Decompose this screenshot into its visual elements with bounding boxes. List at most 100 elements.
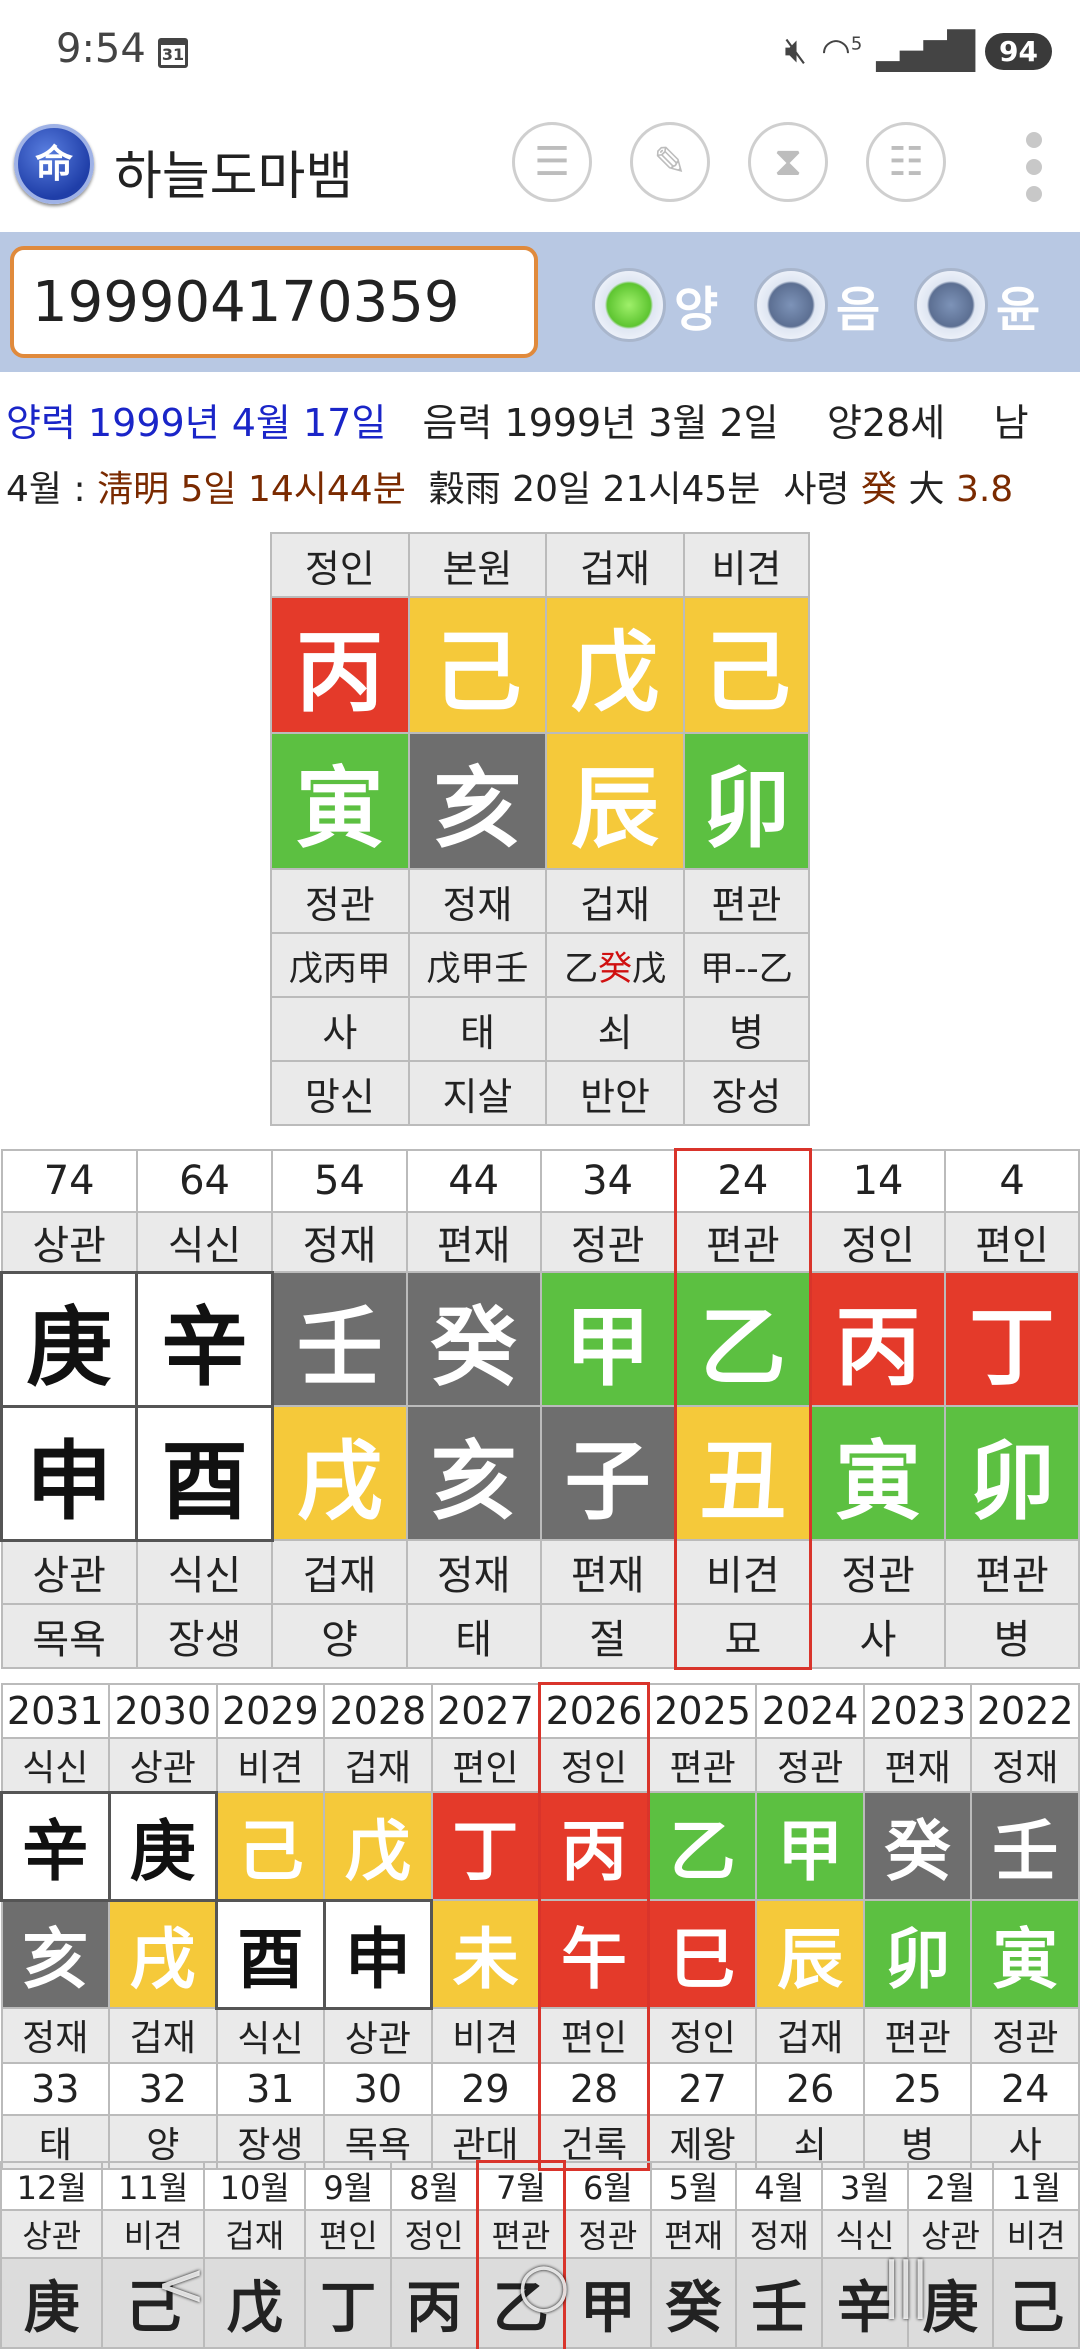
year-label: 2023 bbox=[862, 1682, 973, 1739]
month-label: 7월 bbox=[475, 2160, 566, 2211]
app-bar: 命 하늘도마뱀 ☰ ✎ ⧗ ☷ bbox=[0, 110, 1080, 230]
year-age: 28 bbox=[538, 2061, 650, 2116]
year-stem[interactable]: 丁 bbox=[430, 1791, 541, 1901]
year-stem[interactable]: 戊 bbox=[323, 1791, 433, 1901]
daeun-stem[interactable]: 辛 bbox=[135, 1270, 274, 1408]
daeun-branch[interactable]: 卯 bbox=[944, 1405, 1080, 1541]
pillar-stem[interactable]: 戊 bbox=[545, 596, 685, 734]
app-logo[interactable]: 命 bbox=[14, 124, 94, 204]
daeun-stem[interactable]: 甲 bbox=[539, 1271, 677, 1407]
daeun-stage: 병 bbox=[944, 1603, 1080, 1669]
year-stem[interactable]: 壬 bbox=[970, 1791, 1080, 1901]
year-age: 31 bbox=[215, 2061, 326, 2116]
daeun-branch[interactable]: 申 bbox=[0, 1404, 139, 1542]
daeun-branch-god: 비견 bbox=[673, 1539, 813, 1605]
hidden-stem: 戊甲壬 bbox=[426, 948, 529, 989]
radio-solar[interactable]: 양 bbox=[592, 268, 718, 342]
year-branch[interactable]: 戌 bbox=[108, 1899, 218, 2009]
battery-indicator: 94 bbox=[985, 32, 1052, 70]
month-label: 12월 bbox=[0, 2160, 104, 2211]
pillar-spirit: 장성 bbox=[682, 1060, 811, 1126]
pillar-branch[interactable]: 辰 bbox=[545, 732, 685, 870]
daeun-branch[interactable]: 寅 bbox=[809, 1405, 947, 1541]
year-branch[interactable]: 未 bbox=[430, 1899, 541, 2009]
year-stem[interactable]: 乙 bbox=[647, 1791, 758, 1901]
yearly-fortune-table: 2031 2030 2029 2028 2027 2026 2025 2024 2023 2022… bbox=[0, 1682, 1080, 2171]
daeun-branch[interactable]: 亥 bbox=[405, 1405, 542, 1541]
daeun-branch[interactable]: 丑 bbox=[673, 1405, 813, 1541]
database-button[interactable]: ☷ bbox=[866, 122, 946, 202]
calendar-icon: 31 bbox=[158, 38, 188, 68]
year-age: 25 bbox=[862, 2061, 973, 2116]
year-branch[interactable]: 卯 bbox=[862, 1899, 973, 2009]
year-branch[interactable]: 酉 bbox=[215, 1898, 326, 2010]
pillar-stem[interactable]: 己 bbox=[682, 596, 811, 734]
status-icons: 🔇︎ ◠5 ▂▄▆█ 94 bbox=[784, 30, 1052, 72]
month-label: 10월 bbox=[202, 2160, 307, 2211]
birth-info: 양력 1999년 4월 17일 음력 1999년 3월 2일 양28세 남 bbox=[6, 392, 1029, 447]
solar-term-info: 4월 : 淸明 5일 14시44분 穀雨 20일 21시45분 사령 癸 大 3… bbox=[6, 460, 1013, 512]
year-branch[interactable]: 寅 bbox=[970, 1899, 1080, 2009]
radio-dot bbox=[592, 268, 666, 342]
daeun-stem[interactable]: 乙 bbox=[673, 1271, 813, 1407]
radio-lunar[interactable]: 음 bbox=[754, 268, 880, 342]
daeun-stem[interactable]: 丙 bbox=[809, 1271, 947, 1407]
daeun-branch[interactable]: 子 bbox=[539, 1405, 677, 1541]
home-button[interactable]: ○ bbox=[518, 2250, 570, 2320]
pillar-branch[interactable]: 亥 bbox=[407, 732, 548, 870]
more-menu-button[interactable] bbox=[1024, 132, 1044, 202]
year-branch[interactable]: 巳 bbox=[647, 1899, 758, 2009]
month-prefix: 4월 : bbox=[6, 469, 86, 510]
birth-datetime-input[interactable] bbox=[10, 246, 538, 358]
year-branch-god: 겁재 bbox=[755, 2007, 865, 2064]
daeun-branch[interactable]: 酉 bbox=[135, 1404, 274, 1542]
year-stem[interactable]: 甲 bbox=[755, 1791, 865, 1901]
pillar-stem[interactable]: 丙 bbox=[270, 596, 410, 734]
year-label: 2026 bbox=[538, 1682, 650, 1739]
sex: 남 bbox=[993, 401, 1029, 445]
year-branch-god: 상관 bbox=[323, 2007, 433, 2064]
month-label: 9월 bbox=[304, 2160, 393, 2211]
daeun-stem[interactable]: 庚 bbox=[0, 1270, 139, 1408]
pillar-branch[interactable]: 寅 bbox=[270, 732, 410, 870]
navigation-bar: < ○ ||| bbox=[0, 2230, 1080, 2340]
solar-term-mid: 穀雨 20일 21시45분 bbox=[428, 469, 761, 510]
daeun-branch-god: 정관 bbox=[809, 1539, 947, 1605]
daeun-age: 4 bbox=[944, 1148, 1080, 1213]
year-branch[interactable]: 辰 bbox=[755, 1899, 865, 2009]
year-age: 32 bbox=[108, 2061, 218, 2116]
pillar-stage: 태 bbox=[407, 996, 548, 1062]
year-stem[interactable]: 丙 bbox=[538, 1791, 650, 1901]
year-branch[interactable]: 亥 bbox=[0, 1899, 111, 2009]
year-ten-god: 편인 bbox=[430, 1736, 541, 1793]
edit-button[interactable]: ✎ bbox=[630, 122, 710, 202]
year-stem[interactable]: 己 bbox=[215, 1791, 326, 1901]
back-button[interactable]: < bbox=[156, 2250, 206, 2320]
list-button[interactable]: ☰ bbox=[512, 122, 592, 202]
year-ten-god: 비견 bbox=[215, 1736, 326, 1793]
pillar-stem[interactable]: 己 bbox=[407, 596, 548, 734]
daeun-branch-row: 申酉戌亥子丑寅卯 bbox=[0, 1404, 1080, 1542]
daeun-stem[interactable]: 壬 bbox=[271, 1271, 408, 1407]
daeun-stem[interactable]: 丁 bbox=[944, 1271, 1080, 1407]
pillar-branch[interactable]: 卯 bbox=[682, 732, 811, 870]
year-branch[interactable]: 午 bbox=[538, 1899, 650, 2009]
month-label: 3월 bbox=[821, 2160, 909, 2211]
year-branch-god: 비견 bbox=[430, 2007, 541, 2064]
pillar-ten-god: 겁재 bbox=[545, 532, 685, 598]
daeun-stem[interactable]: 癸 bbox=[405, 1271, 542, 1407]
recents-button[interactable]: ||| bbox=[882, 2250, 931, 2320]
daeun-char: 大 bbox=[908, 469, 945, 510]
year-stem[interactable]: 庚 bbox=[107, 1790, 219, 1902]
daeun-branch-god-row: 상관 식신 겁재 정재 편재 비견 정관 편관 bbox=[0, 1539, 1080, 1605]
year-stem[interactable]: 癸 bbox=[862, 1791, 973, 1901]
daeun-branch[interactable]: 戌 bbox=[271, 1405, 408, 1541]
status-time: 9:54 bbox=[56, 26, 146, 72]
year-stem[interactable]: 辛 bbox=[0, 1790, 111, 1902]
pillar-branch-god: 정재 bbox=[407, 868, 548, 934]
timer-button[interactable]: ⧗ bbox=[748, 122, 828, 202]
hidden-stem: 甲--乙 bbox=[700, 948, 793, 989]
year-branch[interactable]: 申 bbox=[322, 1898, 434, 2010]
radio-leap[interactable]: 윤 bbox=[914, 268, 1040, 342]
year-branch-god: 정재 bbox=[0, 2007, 111, 2064]
